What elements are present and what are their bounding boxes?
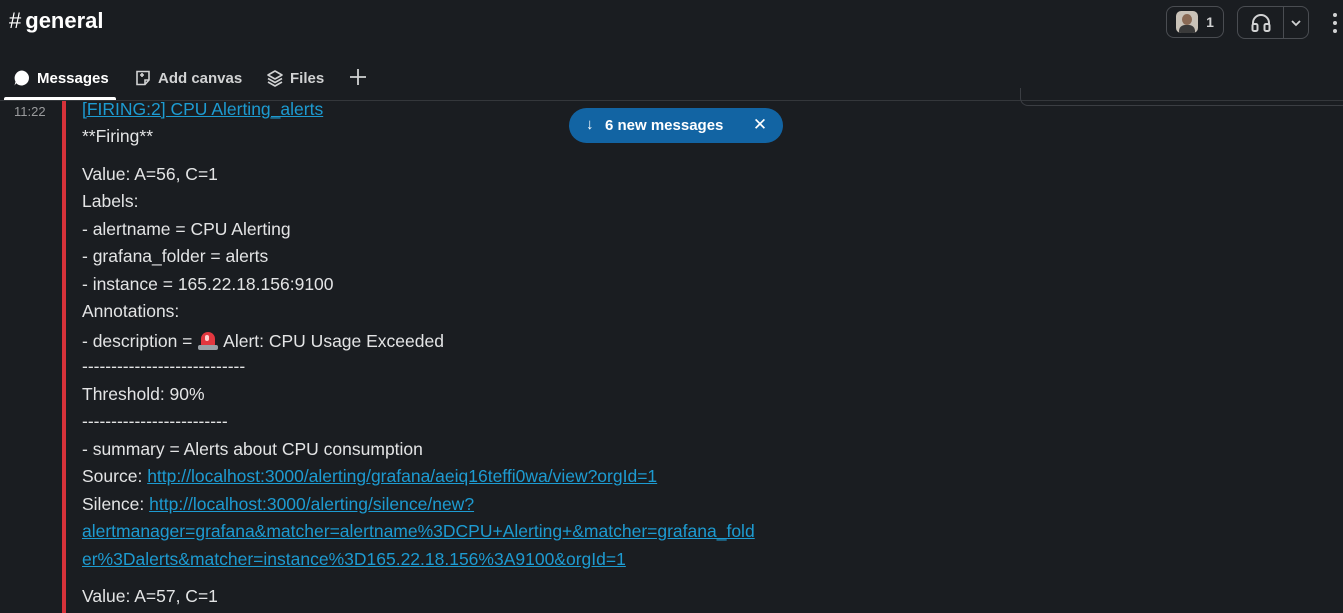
channel-hash-icon: # <box>9 8 22 33</box>
source-link[interactable]: http://localhost:3000/alerting/grafana/a… <box>147 466 657 486</box>
attachment-color-bar <box>62 101 66 613</box>
tab-label: Files <box>290 69 325 87</box>
close-icon[interactable]: ✕ <box>749 114 771 136</box>
message-bubble-icon <box>14 70 29 86</box>
canvas-icon <box>136 70 150 86</box>
tab-add-canvas[interactable]: Add canvas <box>134 67 242 89</box>
add-tab-button[interactable] <box>347 65 369 89</box>
channel-header: # general 1 <box>0 0 1343 48</box>
members-button[interactable]: 1 <box>1166 6 1224 38</box>
message-list[interactable]: 11:22 [FIRING:2] CPU Alerting_alerts **F… <box>0 99 1343 613</box>
huddle-options-button[interactable] <box>1284 7 1308 38</box>
annotations-heading: Annotations: <box>82 301 180 321</box>
description-text: Alert: CPU Usage Exceeded <box>219 331 444 351</box>
divider-line: ------------------------- <box>82 411 228 431</box>
tab-label: Add canvas <box>158 69 243 87</box>
chevron-down-icon <box>1291 19 1301 26</box>
message-timestamp[interactable]: 11:22 <box>14 104 46 119</box>
files-stack-icon <box>267 70 283 87</box>
avatar <box>1176 11 1199 33</box>
tab-messages[interactable]: Messages <box>13 67 109 89</box>
description-prefix: - description = <box>82 331 198 351</box>
silence-link-continued[interactable]: alertmanager=grafana&matcher=alertname%3… <box>82 521 755 541</box>
channel-title-button[interactable]: # general <box>9 8 104 34</box>
vertical-dots-icon <box>1333 13 1337 17</box>
huddle-button-group <box>1237 6 1309 39</box>
label-instance: - instance = 165.22.18.156:9100 <box>82 274 334 294</box>
arrow-down-icon: ↓ <box>586 116 594 133</box>
silence-link[interactable]: http://localhost:3000/alerting/silence/n… <box>149 494 474 514</box>
alert-title-link[interactable]: [FIRING:2] CPU Alerting_alerts <box>82 99 323 119</box>
source-label: Source: <box>82 466 148 486</box>
plus-icon <box>350 69 366 85</box>
siren-emoji-icon <box>197 329 219 351</box>
channel-name: general <box>25 8 104 33</box>
label-alertname: - alertname = CPU Alerting <box>82 219 291 239</box>
value-line: Value: A=57, C=1 <box>82 586 218 606</box>
silence-line: Silence: http://localhost:3000/alerting/… <box>82 494 474 515</box>
silence-label: Silence: <box>82 494 150 514</box>
divider-line: ---------------------------- <box>82 356 246 376</box>
labels-heading: Labels: <box>82 191 139 211</box>
new-messages-label: 6 new messages <box>605 117 724 134</box>
summary-line: - summary = Alerts about CPU consumption <box>82 439 423 459</box>
description-line: - description = Alert: CPU Usage Exceede… <box>82 329 444 352</box>
source-line: Source: http://localhost:3000/alerting/g… <box>82 466 657 487</box>
tab-files[interactable]: Files <box>266 67 324 89</box>
threshold-line: Threshold: 90% <box>82 384 205 404</box>
more-options-button[interactable] <box>1328 10 1342 36</box>
value-line: Value: A=56, C=1 <box>82 164 218 184</box>
member-count: 1 <box>1206 14 1214 30</box>
label-folder: - grafana_folder = alerts <box>82 246 269 266</box>
huddle-button[interactable] <box>1238 7 1284 38</box>
new-messages-pill[interactable]: ↓ 6 new messages ✕ <box>569 108 783 143</box>
headphones-icon <box>1251 13 1270 32</box>
silence-link-continued[interactable]: er%3Dalerts&matcher=instance%3D165.22.18… <box>82 549 626 569</box>
firing-text: **Firing** <box>82 126 153 146</box>
tab-label: Messages <box>37 69 109 87</box>
